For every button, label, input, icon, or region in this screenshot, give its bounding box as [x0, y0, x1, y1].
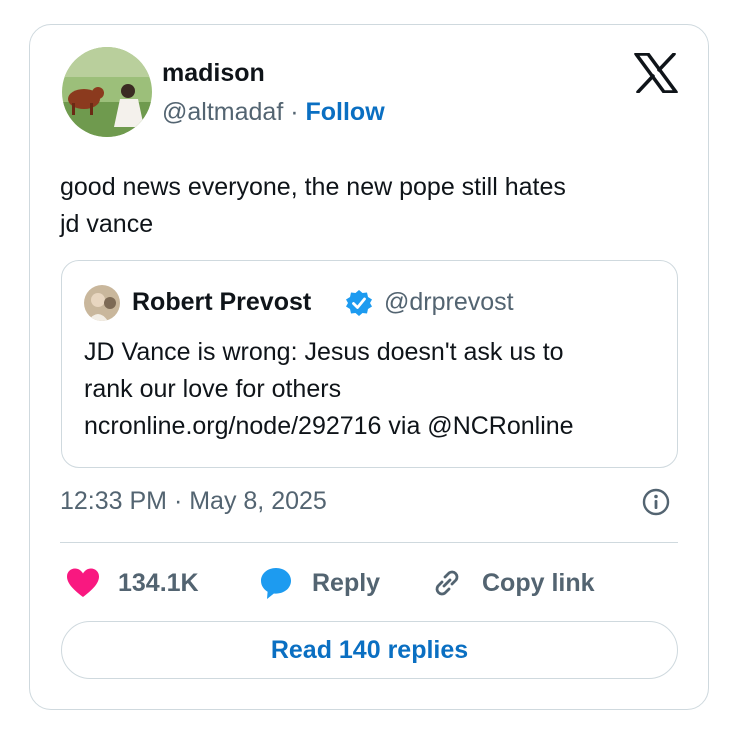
quoted-text-line: ncronline.org/node/292716 via @NCRonline — [84, 412, 574, 440]
tweet-timestamp[interactable]: 12:33 PM · May 8, 2025 — [60, 487, 327, 516]
reply-button[interactable]: Reply — [258, 563, 380, 603]
divider — [60, 542, 678, 543]
tweet-card: madison @altmadaf · Follow good news eve… — [29, 24, 709, 710]
like-button[interactable]: 134.1K — [66, 563, 199, 603]
tweet-text: good news everyone, the new pope still h… — [60, 169, 670, 243]
author-avatar[interactable] — [62, 47, 152, 137]
reply-label: Reply — [312, 568, 381, 597]
author-handle[interactable]: @altmadaf — [162, 98, 283, 126]
info-icon[interactable] — [641, 487, 671, 517]
quoted-author-avatar[interactable] — [84, 285, 120, 321]
quoted-tweet[interactable]: Robert Prevost @drprevost JD Vance is wr… — [61, 260, 678, 468]
tweet-text-line: jd vance — [60, 210, 154, 238]
reply-bubble-icon — [261, 568, 291, 599]
copy-link-button[interactable]: Copy link — [430, 563, 595, 603]
author-name[interactable]: madison — [162, 59, 265, 88]
like-count: 134.1K — [118, 568, 199, 597]
x-logo-icon[interactable] — [634, 52, 678, 94]
follow-button[interactable]: Follow — [306, 98, 385, 126]
verified-badge-icon — [344, 288, 374, 318]
quoted-author-handle[interactable]: @drprevost — [384, 288, 514, 317]
separator-dot: · — [290, 98, 299, 126]
read-replies-button[interactable]: Read 140 replies — [61, 621, 678, 679]
quoted-tweet-text: JD Vance is wrong: Jesus doesn't ask us … — [84, 334, 664, 445]
quoted-text-line: JD Vance is wrong: Jesus doesn't ask us … — [84, 338, 564, 366]
copy-link-label: Copy link — [482, 568, 595, 597]
heart-icon — [67, 568, 99, 597]
quoted-author-name[interactable]: Robert Prevost — [132, 288, 311, 317]
link-icon — [435, 570, 459, 596]
quoted-text-line: rank our love for others — [84, 375, 342, 403]
author-handle-line: @altmadaf · Follow — [162, 98, 385, 127]
tweet-text-line: good news everyone, the new pope still h… — [60, 173, 566, 201]
